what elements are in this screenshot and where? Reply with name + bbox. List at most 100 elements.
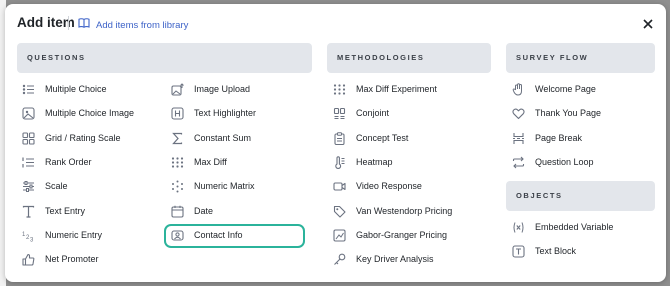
numbers-icon: 123 bbox=[22, 229, 35, 242]
item-label: Page Break bbox=[535, 133, 583, 143]
item-label: Key Driver Analysis bbox=[356, 254, 434, 264]
item-label: Welcome Page bbox=[535, 84, 596, 94]
item-grid-rating-scale[interactable]: Grid / Rating Scale bbox=[22, 129, 121, 147]
item-label: Max Diff Experiment bbox=[356, 84, 437, 94]
item-label: Embedded Variable bbox=[535, 222, 614, 232]
item-label: Concept Test bbox=[356, 133, 409, 143]
book-icon bbox=[78, 16, 90, 34]
list-bullets-icon bbox=[22, 83, 35, 96]
item-text-entry[interactable]: Text Entry bbox=[22, 202, 85, 220]
key-icon bbox=[333, 253, 346, 266]
heart-icon bbox=[512, 107, 525, 120]
item-label: Grid / Rating Scale bbox=[45, 133, 121, 143]
item-label: Net Promoter bbox=[45, 254, 99, 264]
item-label: Text Entry bbox=[45, 206, 86, 216]
item-numeric-matrix[interactable]: Numeric Matrix bbox=[171, 177, 255, 195]
item-multiple-choice-image[interactable]: Multiple Choice Image bbox=[22, 104, 134, 122]
item-key-driver-analysis[interactable]: Key Driver Analysis bbox=[333, 250, 434, 268]
pricing-box-icon bbox=[333, 228, 346, 242]
item-label: Van Westendorp Pricing bbox=[356, 206, 453, 216]
image-choice-icon bbox=[22, 106, 35, 120]
item-label: Max Diff bbox=[194, 157, 227, 167]
item-label: Date bbox=[194, 206, 214, 216]
item-max-diff-experiment[interactable]: Max Diff Experiment bbox=[333, 80, 437, 98]
item-embedded-variable[interactable]: Embedded Variable bbox=[512, 218, 613, 236]
item-contact-info[interactable]: Contact Info bbox=[171, 226, 243, 244]
item-label: Numeric Matrix bbox=[194, 181, 255, 191]
item-label: Contact Info bbox=[194, 230, 243, 240]
item-welcome-page[interactable]: Welcome Page bbox=[512, 80, 596, 98]
item-text-highlighter[interactable]: Text Highlighter bbox=[171, 104, 256, 122]
item-gabor-granger-pricing[interactable]: Gabor-Granger Pricing bbox=[333, 226, 447, 244]
item-image-upload[interactable]: Image Upload bbox=[171, 80, 250, 98]
grid-icon bbox=[22, 131, 35, 145]
highlighter-icon bbox=[171, 106, 184, 120]
item-max-diff[interactable]: Max Diff bbox=[171, 153, 227, 171]
clipboard-icon bbox=[333, 131, 346, 145]
item-label: Rank Order bbox=[45, 157, 92, 167]
thermometer-icon bbox=[333, 155, 346, 169]
sliders-icon bbox=[22, 180, 35, 193]
item-page-break[interactable]: Page Break bbox=[512, 129, 582, 147]
item-net-promoter[interactable]: Net Promoter bbox=[22, 250, 99, 268]
item-label: Text Highlighter bbox=[194, 108, 257, 118]
item-video-response[interactable]: Video Response bbox=[333, 177, 422, 195]
item-label: Scale bbox=[45, 181, 68, 191]
item-label: Image Upload bbox=[194, 84, 251, 94]
section-questions: QUESTIONS bbox=[17, 43, 312, 73]
price-tag-icon bbox=[333, 205, 346, 218]
item-label: Question Loop bbox=[535, 157, 594, 167]
thumbs-up-icon bbox=[22, 253, 35, 266]
sigma-icon bbox=[171, 132, 184, 145]
item-question-loop[interactable]: Question Loop bbox=[512, 153, 594, 171]
item-label: Conjoint bbox=[356, 108, 390, 118]
svg-text:3: 3 bbox=[30, 237, 34, 242]
item-constant-sum[interactable]: Constant Sum bbox=[171, 129, 251, 147]
section-survey-flow: SURVEY FLOW bbox=[506, 43, 655, 73]
add-item-dialog: Add item Add items from library QUESTION… bbox=[5, 4, 666, 282]
dialog-header: Add item Add items from library bbox=[5, 4, 666, 42]
item-label: Heatmap bbox=[356, 157, 393, 167]
header-divider bbox=[68, 16, 69, 30]
item-label: Gabor-Granger Pricing bbox=[356, 230, 448, 240]
item-van-westendorp-pricing[interactable]: Van Westendorp Pricing bbox=[333, 202, 452, 220]
add-from-library-link[interactable]: Add items from library bbox=[78, 16, 188, 34]
dots-grid-icon bbox=[333, 83, 346, 96]
add-from-library-label: Add items from library bbox=[96, 19, 189, 31]
item-label: Multiple Choice Image bbox=[45, 108, 135, 118]
item-scale[interactable]: Scale bbox=[22, 177, 68, 195]
item-label: Text Block bbox=[535, 246, 577, 256]
video-icon bbox=[333, 180, 346, 193]
wave-hand-icon bbox=[512, 82, 525, 96]
section-objects: OBJECTS bbox=[506, 181, 655, 211]
item-label: Numeric Entry bbox=[45, 230, 103, 240]
dialog-title: Add item bbox=[17, 15, 75, 30]
item-label: Multiple Choice bbox=[45, 84, 107, 94]
calendar-icon bbox=[171, 205, 184, 218]
text-block-icon bbox=[512, 244, 525, 258]
text-t-icon bbox=[22, 205, 35, 218]
matrix-icon bbox=[171, 180, 184, 193]
item-label: Video Response bbox=[356, 181, 422, 191]
section-methodologies: METHODOLOGIES bbox=[327, 43, 491, 73]
dots-grid-icon bbox=[171, 156, 184, 169]
item-multiple-choice[interactable]: Multiple Choice bbox=[22, 80, 107, 98]
item-text-block[interactable]: Text Block bbox=[512, 242, 576, 260]
item-numeric-entry[interactable]: 123 Numeric Entry bbox=[22, 226, 102, 244]
item-rank-order[interactable]: Rank Order bbox=[22, 153, 92, 171]
item-thank-you-page[interactable]: Thank You Page bbox=[512, 104, 601, 122]
item-conjoint[interactable]: Conjoint bbox=[333, 104, 389, 122]
variable-x-icon bbox=[512, 221, 525, 234]
columns-icon bbox=[333, 107, 346, 120]
contact-card-icon bbox=[171, 229, 184, 242]
item-heatmap[interactable]: Heatmap bbox=[333, 153, 393, 171]
loop-icon bbox=[512, 156, 525, 169]
rank-list-icon bbox=[22, 156, 35, 169]
page-break-icon bbox=[512, 132, 525, 145]
image-upload-icon bbox=[171, 82, 184, 96]
item-concept-test[interactable]: Concept Test bbox=[333, 129, 408, 147]
item-date[interactable]: Date bbox=[171, 202, 213, 220]
item-label: Constant Sum bbox=[194, 133, 252, 143]
item-label: Thank You Page bbox=[535, 108, 602, 118]
close-icon[interactable] bbox=[642, 17, 654, 29]
